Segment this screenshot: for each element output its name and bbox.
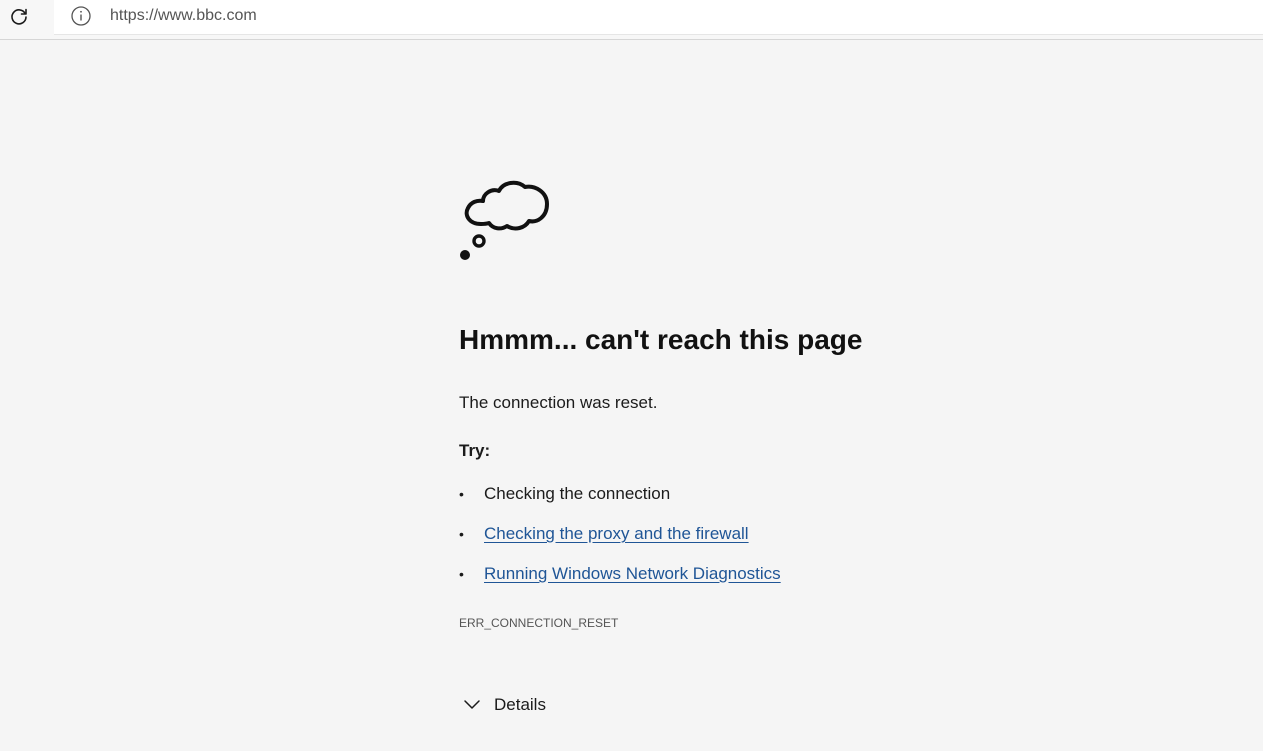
suggestion-check-connection: Checking the connection — [484, 484, 671, 503]
try-label: Try: — [459, 441, 491, 460]
bullet: • — [459, 486, 464, 502]
address-bar[interactable]: https://www.bbc.com — [54, 0, 1263, 35]
proxy-firewall-link[interactable]: Checking the proxy and the firewall — [484, 523, 749, 545]
url-text[interactable]: https://www.bbc.com — [110, 7, 257, 25]
network-diagnostics-link[interactable]: Running Windows Network Diagnostics — [484, 563, 781, 585]
refresh-button[interactable] — [6, 4, 32, 30]
bullet: • — [459, 566, 464, 582]
chevron-down-icon — [463, 696, 481, 714]
error-message: The connection was reset. — [459, 393, 658, 412]
details-label: Details — [494, 695, 546, 714]
error-code: ERR_CONNECTION_RESET — [459, 616, 619, 630]
thought-cloud-icon — [460, 180, 549, 260]
site-info-button[interactable] — [70, 5, 92, 27]
bullet: • — [459, 526, 464, 542]
browser-toolbar: https://www.bbc.com — [0, 0, 1263, 40]
refresh-icon — [11, 8, 27, 25]
page-title: Hmmm... can't reach this page — [459, 324, 863, 355]
details-button[interactable]: Details — [463, 692, 546, 718]
info-icon — [71, 6, 91, 26]
